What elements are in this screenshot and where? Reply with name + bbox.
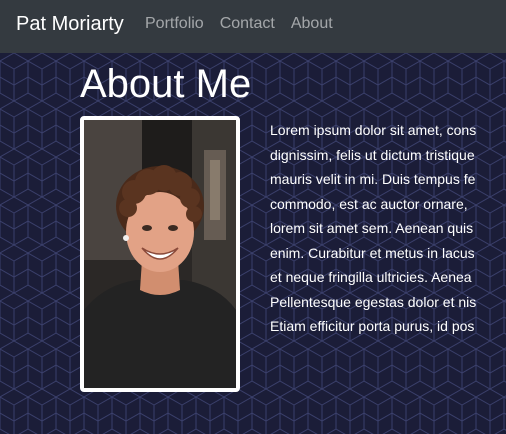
bio-line: lorem sit amet sem. Aenean quis [270,220,474,236]
bio-line: dignissim, felis ut dictum tristique [270,146,475,163]
page-title: About Me [80,62,252,106]
nav-link-portfolio[interactable]: Portfolio [145,14,204,34]
bio-line: Etiam efficitur porta purus, id pos [270,318,475,334]
bio-text: Lorem ipsum dolor sit amet, cons digniss… [270,118,506,339]
bio-line: enim. Curabitur et metus in lacus [270,244,475,261]
bio-line: Pellentesque egestas dolor et nis [270,293,477,310]
bio-line: Lorem ipsum dolor sit amet, cons [270,122,477,138]
profile-photo [80,116,240,392]
bio-line: et neque fringilla ultricies. Aenea [270,269,472,285]
navbar: Pat Moriarty Portfolio Contact About [0,0,506,53]
brand-link[interactable]: Pat Moriarty [16,12,124,36]
nav-link-about[interactable]: About [291,14,333,34]
nav-link-contact[interactable]: Contact [220,14,275,34]
nav-links: Portfolio Contact About [145,14,349,34]
bio-line: mauris velit in mi. Duis tempus fe [270,171,476,187]
bio-line: commodo, est ac auctor ornare, [270,195,468,212]
